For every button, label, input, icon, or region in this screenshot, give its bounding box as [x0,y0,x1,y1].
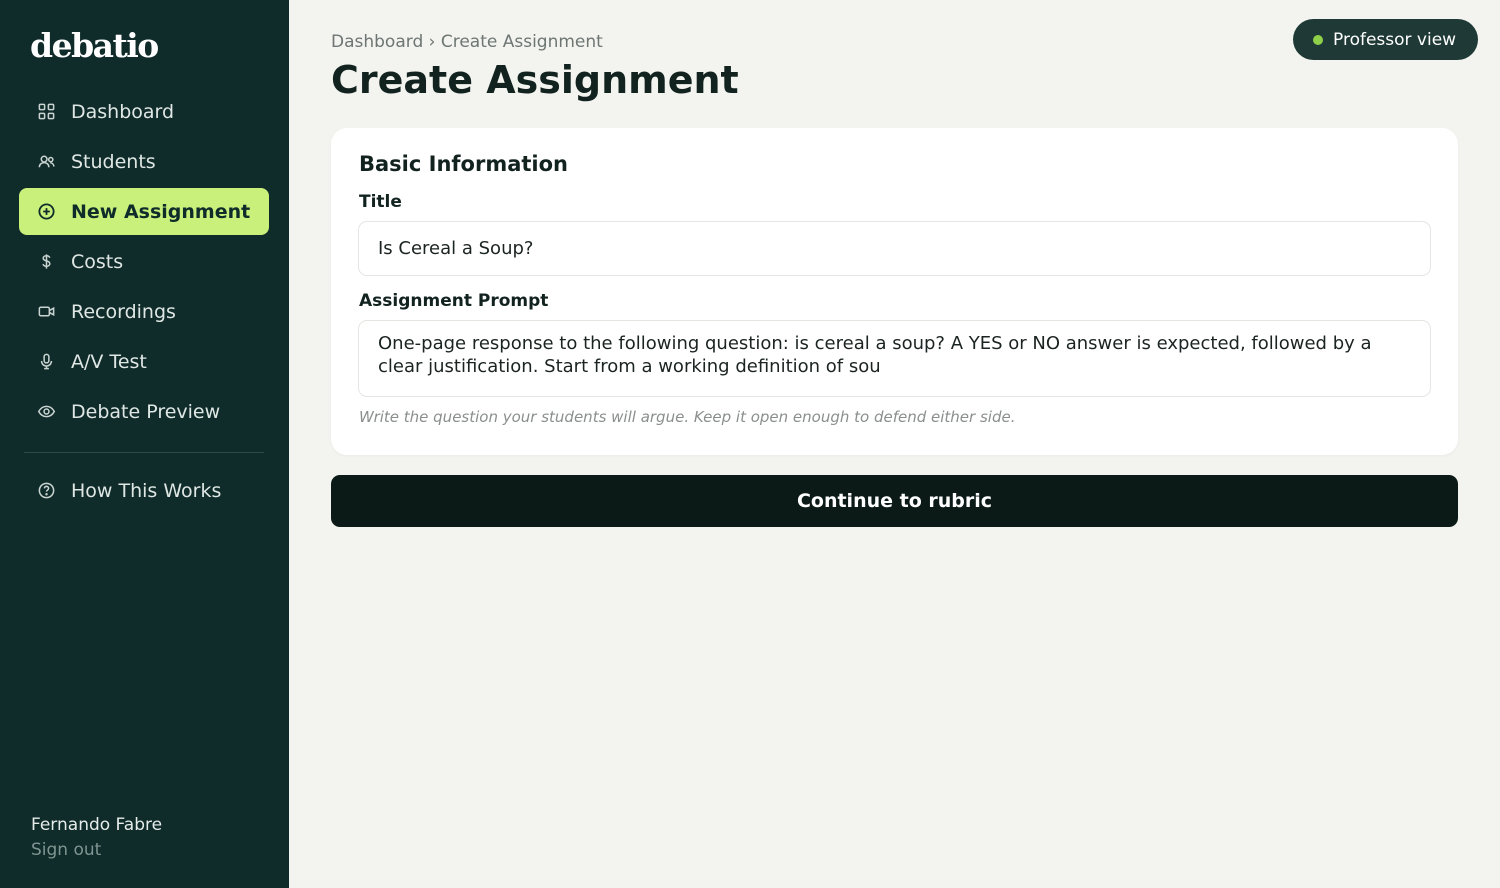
view-badge-label: Professor view [1333,29,1457,50]
basic-information-card: Basic Information Title Assignment Promp… [331,128,1458,455]
sidebar-item-costs[interactable]: Costs [19,238,269,285]
title-input[interactable] [358,221,1431,276]
prompt-hint: Write the question your students will ar… [359,408,1016,426]
sidebar-item-debate-preview[interactable]: Debate Preview [19,388,269,435]
app-logo[interactable]: debatio [30,26,159,65]
sidebar-item-label: Debate Preview [71,400,221,423]
sidebar-item-av-test[interactable]: A/V Test [19,338,269,385]
assignment-prompt-label: Assignment Prompt [359,291,549,311]
plus-circle-icon [36,202,56,222]
sidebar-divider [24,452,264,453]
microphone-icon [36,352,56,372]
sidebar-item-label: How This Works [71,479,222,502]
sidebar-item-label: Students [71,150,156,173]
eye-icon [36,402,56,422]
sidebar-item-dashboard[interactable]: Dashboard [19,88,269,135]
sidebar-item-recordings[interactable]: Recordings [19,288,269,335]
sidebar: debatio Dashboard Students New Assignmen… [0,0,289,888]
sidebar-item-students[interactable]: Students [19,138,269,185]
sidebar-item-label: New Assignment [71,200,251,223]
sidebar-item-label: Recordings [71,300,176,323]
sidebar-item-how-this-works[interactable]: How This Works [19,467,269,514]
continue-to-rubric-button[interactable]: Continue to rubric [331,475,1458,527]
users-icon [36,152,56,172]
dollar-icon [36,252,56,272]
sidebar-item-label: Costs [71,250,124,273]
status-dot-icon [1313,34,1323,45]
sidebar-item-label: Dashboard [71,100,175,123]
section-title: Basic Information [359,152,568,176]
title-label: Title [359,192,402,212]
video-icon [36,302,56,322]
page-title: Create Assignment [331,58,739,102]
sidebar-item-label: A/V Test [71,350,147,373]
breadcrumb: Dashboard › Create Assignment [331,32,603,52]
professor-view-badge[interactable]: Professor view [1293,19,1478,60]
sign-out-link[interactable]: Sign out [31,840,101,860]
sidebar-item-new-assignment[interactable]: New Assignment [19,188,269,235]
user-name: Fernando Fabre [31,815,163,835]
assignment-prompt-textarea[interactable]: One-page response to the following quest… [358,320,1431,397]
help-circle-icon [36,481,56,501]
grid-icon [36,102,56,122]
